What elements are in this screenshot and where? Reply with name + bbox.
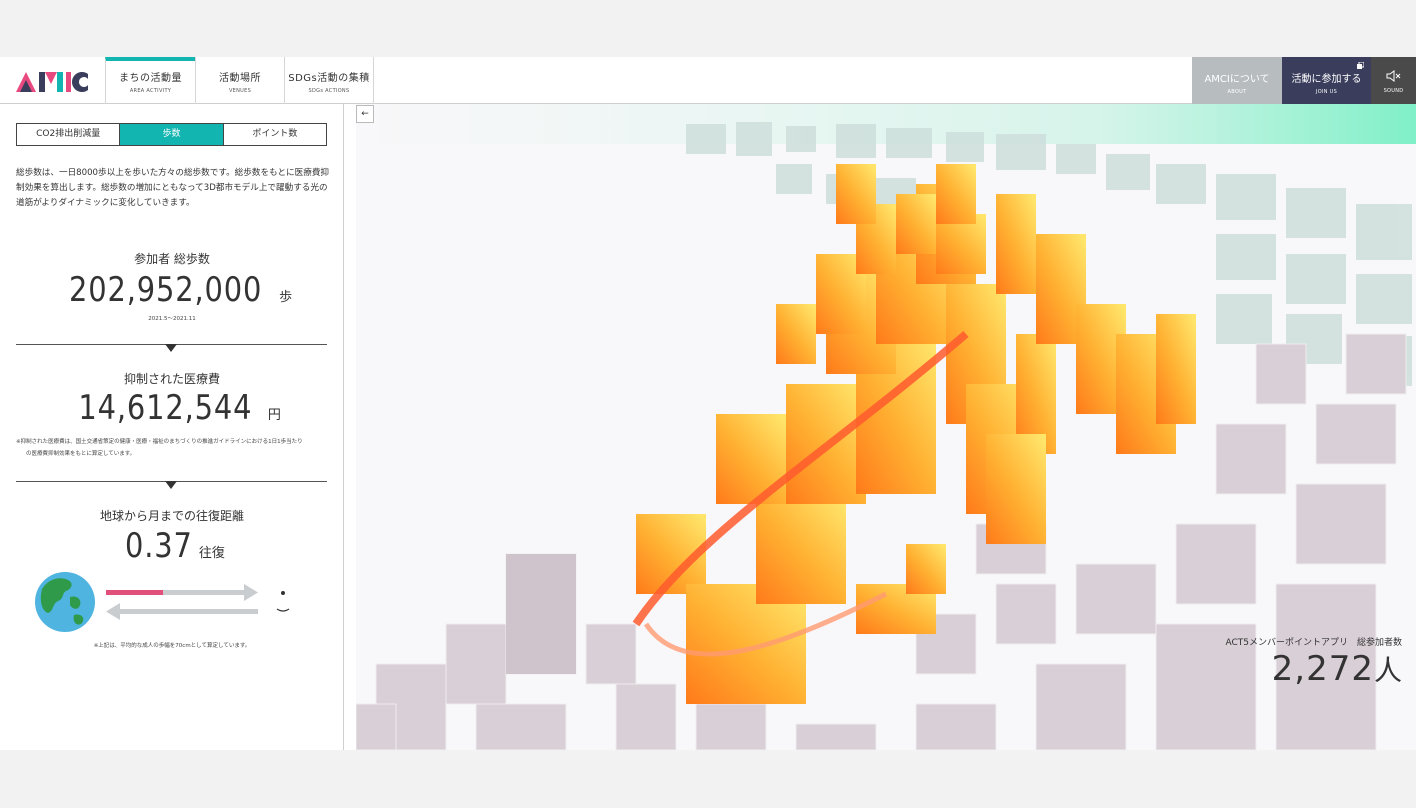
medical-value: 14,612,544 [78,388,253,428]
earth-icon [35,572,95,632]
sound-button[interactable]: SOUND [1371,57,1416,104]
sound-sub: SOUND [1383,88,1404,94]
join-button[interactable]: 活動に参加する JOIN US [1282,57,1371,104]
tab-venues[interactable]: 活動場所 VENUES [195,57,284,104]
tab-area-activity-sub: AREA ACTIVITY [129,88,172,94]
left-panel: CO2排出削減量 歩数 ポイント数 総歩数は、一日8000歩以上を歩いた方々の総… [0,104,344,750]
tab-venues-sub: VENUES [228,88,252,94]
round-trip-arrows [106,584,258,620]
metric-selector: CO2排出削減量 歩数 ポイント数 [16,123,327,146]
about-label: AMCIについて [1204,74,1270,85]
member-count-unit: 人 [1373,654,1402,687]
total-steps-period: 2021.5〜2021.11 [148,316,196,322]
down-arrow-icon [165,481,177,489]
member-count-value: 2,272 [1271,649,1374,689]
total-steps-value-row: 202,952,000 歩 [0,270,344,310]
collapse-panel-button[interactable]: ← [356,105,374,123]
segment-co2[interactable]: CO2排出削減量 [17,124,121,145]
moon-unit: 往復 [198,546,225,561]
tab-area-activity[interactable]: まちの活動量 AREA ACTIVITY [105,57,195,104]
join-label: 活動に参加する [1291,74,1362,85]
down-arrow-icon [165,344,177,352]
medical-note-2: の医療費抑制効果をもとに算定しています。 [26,451,136,457]
about-sub: ABOUT [1227,89,1247,95]
speaker-mute-icon [1386,70,1400,82]
app-frame: まちの活動量 AREA ACTIVITY 活動場所 VENUES SDGs活動の… [0,57,1416,750]
city-model [356,104,1416,750]
total-steps-unit: 歩 [279,290,293,305]
top-header: まちの活動量 AREA ACTIVITY 活動場所 VENUES SDGs活動の… [0,57,1416,104]
moon-note: ※上記は、平均的な成人の歩幅を70cmとして算定しています。 [93,643,251,649]
amci-logo[interactable] [16,70,90,92]
join-sub: JOIN US [1315,89,1338,95]
medical-value-row: 14,612,544 円 [0,388,344,428]
moon-icon [266,575,293,629]
total-steps-title: 参加者 総歩数 [134,252,210,266]
about-button[interactable]: AMCIについて ABOUT [1192,57,1282,104]
3d-city-map[interactable] [356,104,1416,750]
tab-venues-label: 活動場所 [219,73,261,84]
moon-title: 地球から月までの往復距離 [99,509,244,523]
segment-steps[interactable]: 歩数 [120,124,224,145]
member-count-row: 2,272人 [1272,649,1402,689]
metric-description: 総歩数は、一日8000歩以上を歩いた方々の総歩数です。総歩数をもとに医療費抑制効… [16,168,330,208]
external-link-icon [1357,62,1364,69]
segment-points[interactable]: ポイント数 [224,124,326,145]
moon-progress-fill [106,590,163,595]
total-steps-value: 202,952,000 [68,270,263,310]
moon-value: 0.37 [125,526,193,566]
tab-sdgs-actions[interactable]: SDGs活動の集積 SDGs ACTIONS [284,57,374,104]
member-count-label: ACT5メンバーポイントアプリ 総参加者数 [1225,638,1402,648]
medical-note-1: ※抑制された医療費は、国土交通省策定の健康・医療・福祉のまちづくりの推進ガイドラ… [16,439,303,445]
tab-sdgs-actions-label: SDGs活動の集積 [288,73,370,84]
medical-title: 抑制された医療費 [123,372,220,386]
medical-unit: 円 [267,408,281,423]
tab-sdgs-actions-sub: SDGs ACTIONS [308,88,350,94]
tab-area-activity-label: まちの活動量 [119,73,182,84]
moon-value-row: 0.37 往復 [0,526,344,566]
